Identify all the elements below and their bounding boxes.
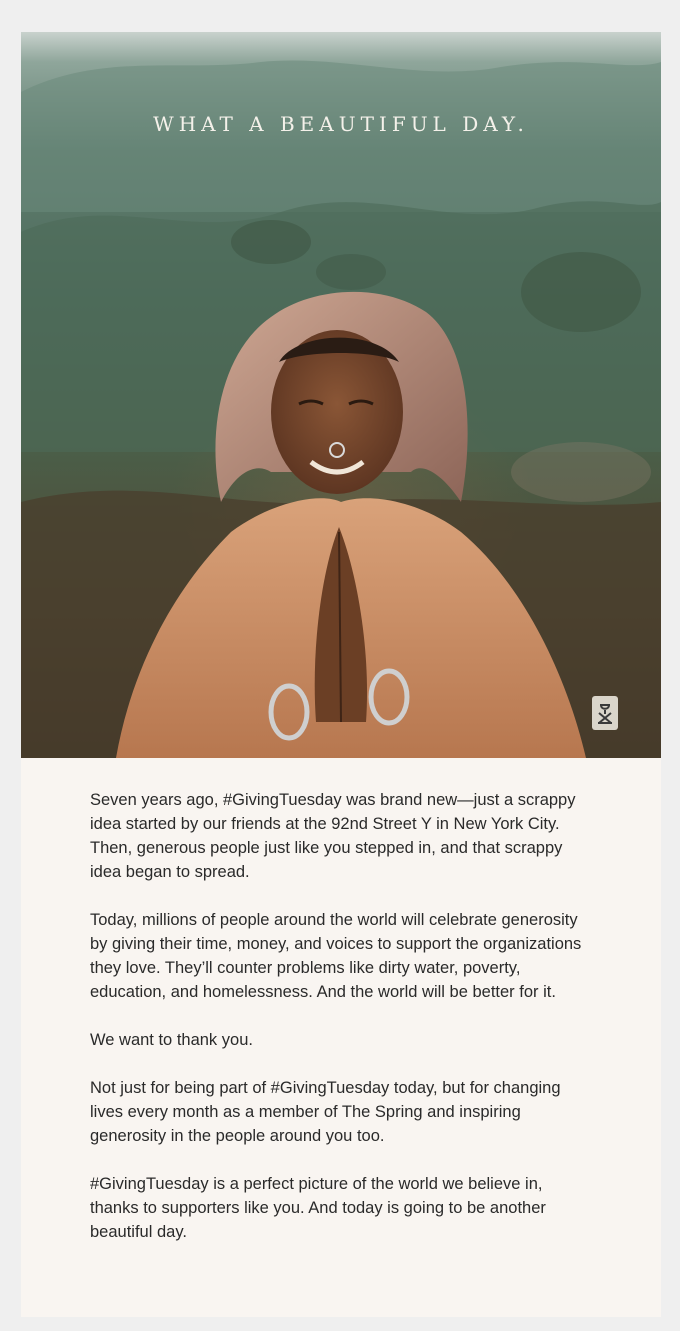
hero-image: WHAT A BEAUTIFUL DAY. [21,32,661,758]
paragraph-today: Today, millions of people around the wor… [90,911,582,1001]
message-body: Seven years ago, #GivingTuesday was bran… [90,788,590,1268]
jerry-can-logo-icon [592,696,618,730]
paragraph-membership: Not just for being part of #GivingTuesda… [90,1079,561,1145]
paragraph-closing: #GivingTuesday is a perfect picture of t… [90,1175,546,1241]
paragraph-thanks: We want to thank you. [90,1031,253,1049]
hero-tagline: WHAT A BEAUTIFUL DAY. [153,112,529,136]
paragraph-intro: Seven years ago, #GivingTuesday was bran… [90,791,576,881]
hero-photo-illustration [21,60,661,758]
email-card: WHAT A BEAUTIFUL DAY. Seven years ago, #… [21,32,661,1317]
